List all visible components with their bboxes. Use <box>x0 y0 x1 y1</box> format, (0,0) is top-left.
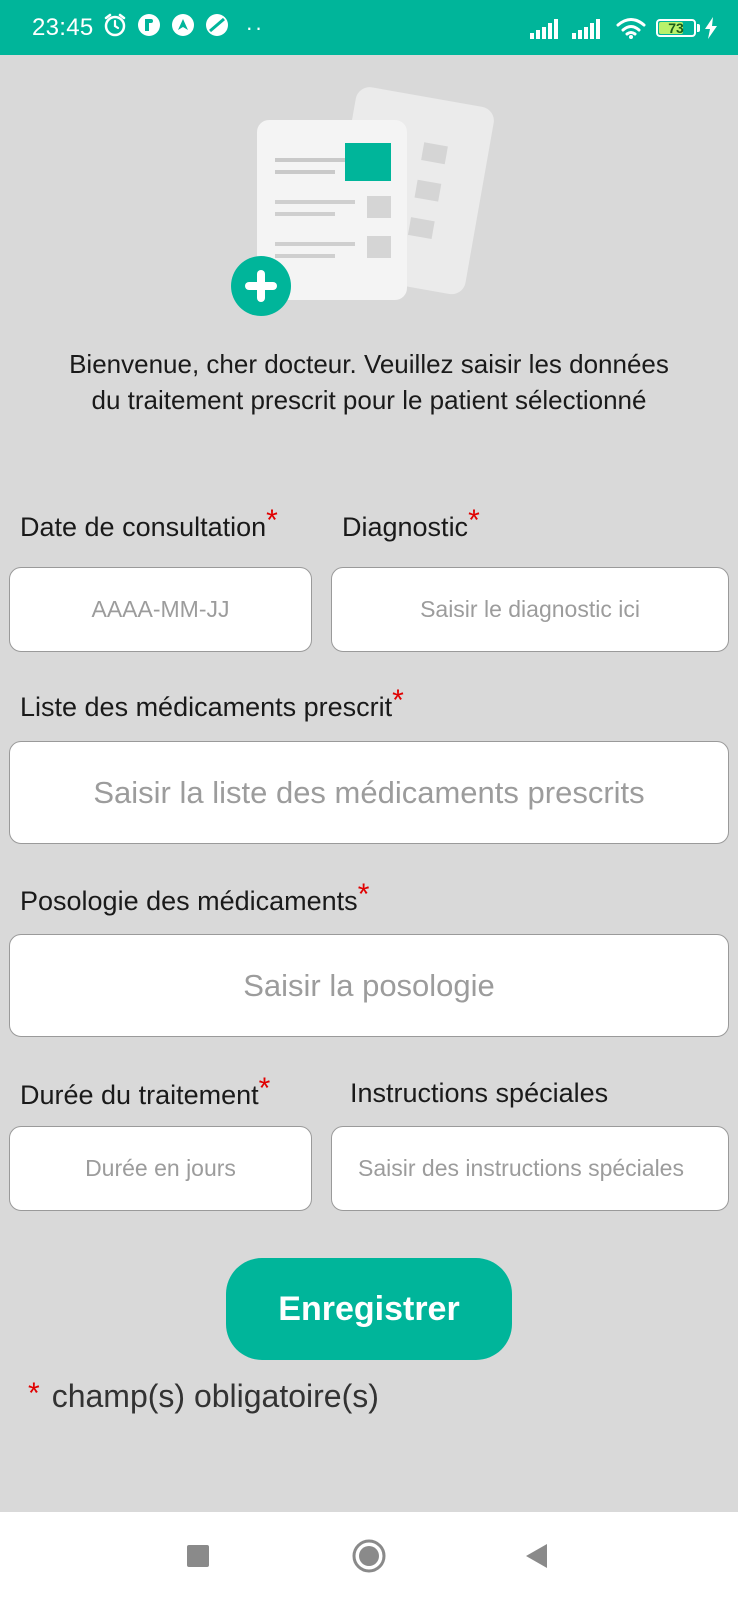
back-button[interactable] <box>496 1512 576 1600</box>
posology-field[interactable] <box>9 934 729 1037</box>
posology-label-text: Posologie des médicaments <box>20 886 358 916</box>
navigation-app-icon <box>170 12 196 43</box>
duration-label-text: Durée du traitement <box>20 1080 259 1110</box>
triangle-back-icon <box>526 1544 547 1568</box>
medications-label: Liste des médicaments prescrit* <box>20 684 404 724</box>
app-notification-icon <box>136 12 162 43</box>
medications-input[interactable] <box>10 742 728 843</box>
instructions-input[interactable] <box>332 1127 728 1210</box>
alarm-icon <box>102 12 128 43</box>
more-notifications-dots: ·· <box>245 14 265 40</box>
diagnostic-input[interactable] <box>332 568 728 651</box>
battery-level: 73 <box>668 19 684 36</box>
required-marker: * <box>258 1072 271 1105</box>
date-field[interactable] <box>9 567 312 652</box>
required-marker: * <box>266 504 278 537</box>
required-marker: * <box>28 1377 40 1410</box>
duration-label: Durée du traitement* <box>20 1072 270 1112</box>
required-marker: * <box>468 504 480 537</box>
diagnostic-label-text: Diagnostic <box>342 512 469 542</box>
add-document-icon <box>225 78 505 328</box>
posology-label: Posologie des médicaments* <box>20 878 369 918</box>
signal-icon <box>572 17 606 39</box>
battery-tip <box>697 23 700 32</box>
posology-input[interactable] <box>10 935 728 1036</box>
charging-icon <box>704 16 718 39</box>
duration-input[interactable] <box>10 1127 311 1210</box>
date-label: Date de consultation* <box>20 504 278 544</box>
signal-icon <box>530 17 564 39</box>
slash-app-icon <box>204 12 230 43</box>
required-marker: * <box>357 878 370 911</box>
battery-icon: 73 <box>656 18 696 37</box>
status-time: 23:45 <box>32 13 94 41</box>
recents-button[interactable] <box>158 1512 238 1600</box>
required-fields-text: champ(s) obligatoire(s) <box>51 1378 379 1414</box>
diagnostic-label: Diagnostic* <box>342 504 480 544</box>
welcome-message: Bienvenue, cher docteur. Veuillez saisir… <box>69 349 669 415</box>
square-icon <box>187 1545 209 1567</box>
required-fields-note: * champ(s) obligatoire(s) <box>28 1377 379 1415</box>
circle-icon <box>352 1539 386 1573</box>
instructions-label-text: Instructions spéciales <box>350 1078 609 1108</box>
duration-field[interactable] <box>9 1126 312 1211</box>
required-marker: * <box>392 684 404 717</box>
medications-label-text: Liste des médicaments prescrit <box>20 692 393 722</box>
status-bar: 23:45 ·· 73 <box>0 0 738 55</box>
save-button[interactable]: Enregistrer <box>226 1258 512 1360</box>
date-input[interactable] <box>10 568 311 651</box>
home-button[interactable] <box>329 1512 409 1600</box>
date-label-text: Date de consultation <box>20 512 267 542</box>
instructions-label: Instructions spéciales <box>350 1078 608 1109</box>
diagnostic-field[interactable] <box>331 567 729 652</box>
medications-field[interactable] <box>9 741 729 844</box>
wifi-icon <box>616 16 646 40</box>
instructions-field[interactable] <box>331 1126 729 1211</box>
system-nav-bar <box>0 1512 738 1600</box>
